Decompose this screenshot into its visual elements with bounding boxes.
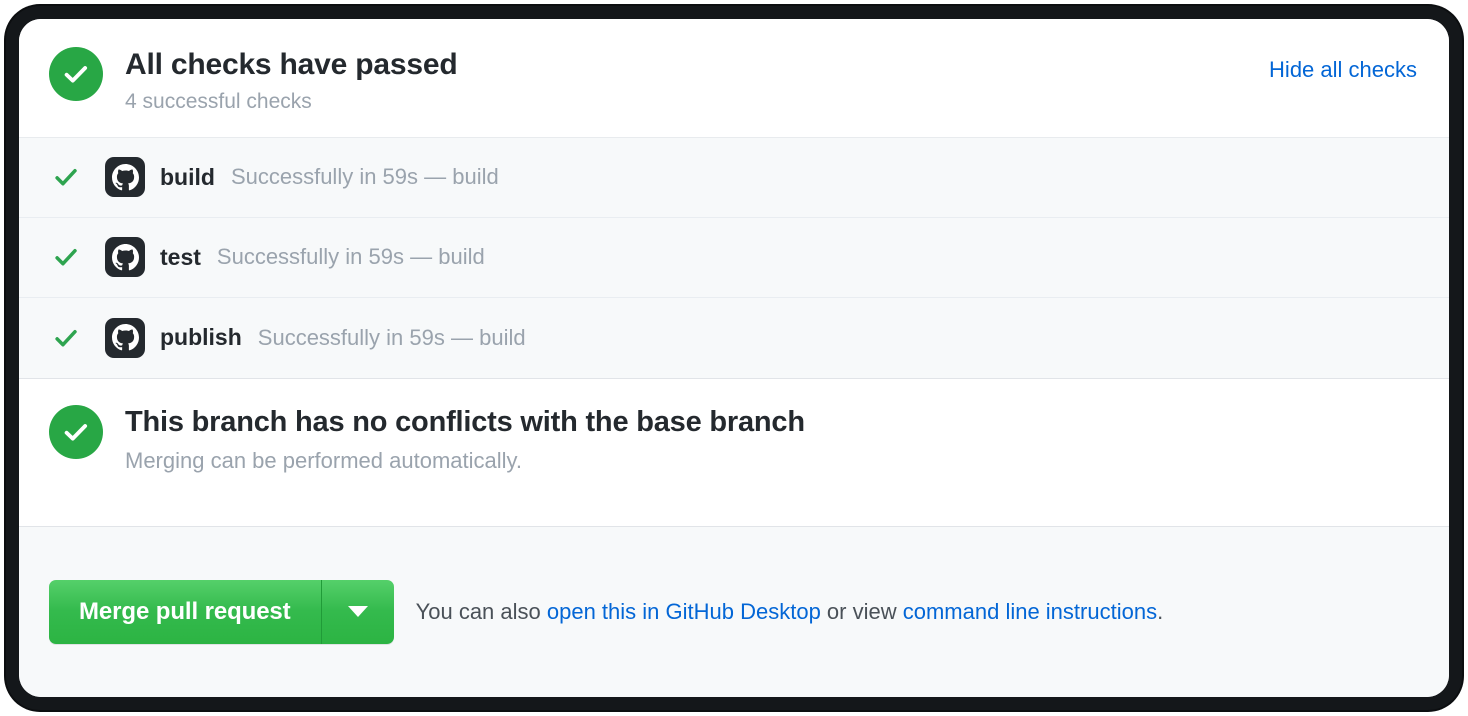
table-row[interactable]: build Successfully in 59s — build [19,137,1449,218]
merge-options-dropdown-button[interactable] [321,579,394,644]
checks-summary: 4 successful checks [125,90,312,114]
github-octocat-icon [105,237,145,278]
merge-help-text: You can also open this in GitHub Desktop… [416,599,1164,625]
table-row[interactable]: test Successfully in 59s — build [19,217,1449,298]
check-name: test [160,243,201,270]
check-description: Successfully in 59s — build [216,244,485,270]
merge-bar: Merge pull request You can also open thi… [19,526,1449,697]
github-desktop-link[interactable]: open this in GitHub Desktop [547,599,821,624]
checks-header-text: All checks have passed 4 successful chec… [125,45,458,115]
check-icon [49,325,83,351]
merge-pull-request-button[interactable]: Merge pull request [49,579,322,644]
conflicts-title: This branch has no conflicts with the ba… [125,405,805,438]
checks-list: build Successfully in 59s — build test S… [19,137,1449,379]
conflicts-section: This branch has no conflicts with the ba… [19,378,1449,527]
check-name: publish [160,324,242,351]
device-frame: All checks have passed 4 successful chec… [6,6,1462,710]
merge-status-card: All checks have passed 4 successful chec… [19,19,1449,697]
check-description: Successfully in 59s — build [230,164,499,190]
check-icon [49,244,83,270]
check-icon [49,164,83,190]
github-octocat-icon [105,157,145,198]
merge-note-prefix: You can also [415,598,547,624]
check-name: build [160,163,215,190]
chevron-down-icon [347,606,368,618]
hide-all-checks-link[interactable]: Hide all checks [1269,57,1417,83]
table-row[interactable]: publish Successfully in 59s — build [19,297,1449,378]
check-circle-icon [49,404,103,459]
github-octocat-icon [105,317,145,358]
merge-note-middle: or view [820,598,903,624]
merge-note-suffix: . [1157,598,1164,624]
checks-header: All checks have passed 4 successful chec… [19,19,1449,138]
conflicts-subtitle: Merging can be performed automatically. [125,448,523,474]
check-description: Successfully in 59s — build [257,324,526,350]
conflicts-text: This branch has no conflicts with the ba… [125,405,805,475]
check-circle-icon [49,47,103,101]
page-title: All checks have passed [125,48,458,81]
merge-button-group: Merge pull request [49,579,394,644]
command-line-instructions-link[interactable]: command line instructions [903,599,1157,624]
